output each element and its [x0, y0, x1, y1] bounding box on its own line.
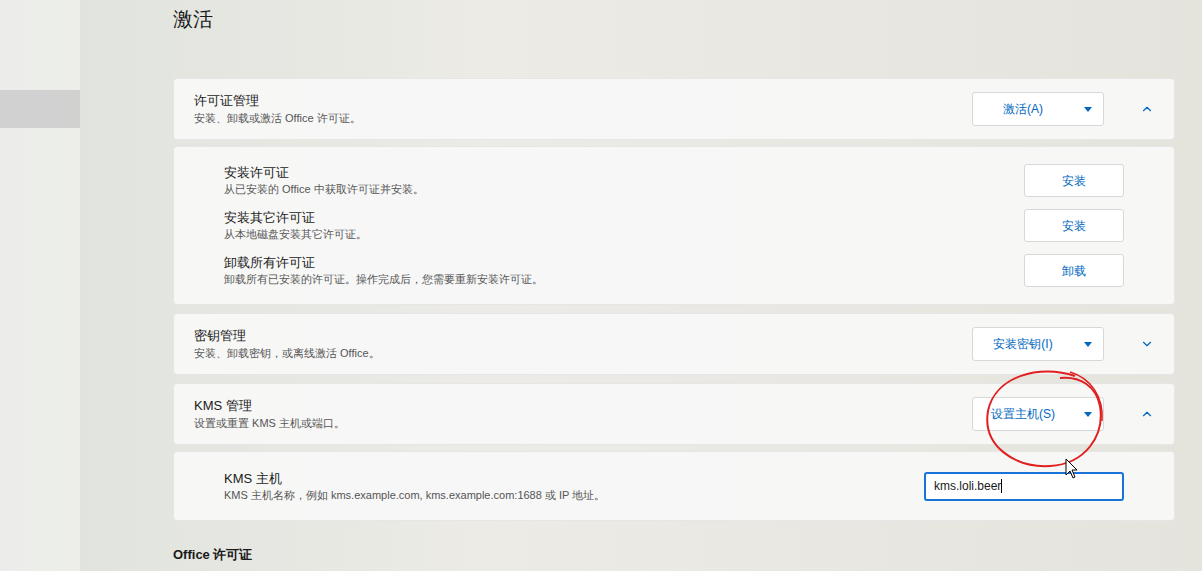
split-button-label[interactable]: 设置主机(S) — [973, 405, 1073, 423]
section-title: 密钥管理 — [194, 327, 972, 345]
section-header[interactable]: 密钥管理安装、卸载密钥，或离线激活 Office。安装密钥(I) — [173, 313, 1175, 375]
section-title: KMS 管理 — [194, 397, 972, 415]
split-button-label[interactable]: 激活(A) — [973, 100, 1073, 118]
text-caret — [1001, 479, 1002, 493]
split-button[interactable]: 设置主机(S) — [972, 397, 1104, 431]
dropdown-icon[interactable] — [1073, 342, 1103, 347]
dropdown-icon[interactable] — [1073, 412, 1103, 417]
mouse-cursor-icon — [1065, 458, 1079, 480]
section-description: 设置或重置 KMS 主机或端口。 — [194, 415, 972, 431]
section-title: 许可证管理 — [194, 92, 972, 110]
split-button[interactable]: 激活(A) — [972, 92, 1104, 126]
caret-down-icon[interactable] — [1084, 412, 1092, 417]
settings-section: 许可证管理安装、卸载或激活 Office 许可证。激活(A)安装许可证从已安装的… — [173, 78, 1175, 305]
row-button[interactable]: 卸载 — [1024, 254, 1124, 287]
expand-toggle[interactable] — [1104, 407, 1154, 421]
chevron-up-icon[interactable] — [1140, 102, 1154, 116]
row-description: 从已安装的 Office 中获取许可证并安装。 — [224, 182, 1024, 197]
section-description: 安装、卸载密钥，或离线激活 Office。 — [194, 345, 972, 361]
app-window: 激活许可证管理安装、卸载或激活 Office 许可证。激活(A)安装许可证从已安… — [0, 0, 1202, 571]
next-heading: Office 许可证 — [173, 545, 1175, 565]
chevron-down-icon[interactable] — [1140, 337, 1154, 351]
row-title: 安装其它许可证 — [224, 209, 1024, 227]
section-header[interactable]: 许可证管理安装、卸载或激活 Office 许可证。激活(A) — [173, 78, 1175, 140]
action-row: 安装许可证从已安装的 Office 中获取许可证并安装。安装 — [224, 161, 1124, 200]
dropdown-icon[interactable] — [1073, 107, 1103, 112]
section-header[interactable]: KMS 管理设置或重置 KMS 主机或端口。设置主机(S) — [173, 383, 1175, 445]
caret-down-icon[interactable] — [1084, 342, 1092, 347]
sidebar — [0, 0, 80, 571]
row-description: 从本地磁盘安装其它许可证。 — [224, 227, 1024, 242]
text-input[interactable]: kms.loli.beer — [924, 472, 1124, 501]
annotation-circle-icon — [980, 366, 1110, 474]
row-description: 卸载所有已安装的许可证。操作完成后，您需要重新安装许可证。 — [224, 272, 1024, 287]
row-title: 安装许可证 — [224, 164, 1024, 182]
expand-toggle[interactable] — [1104, 337, 1154, 351]
field-row: KMS 主机KMS 主机名称，例如 kms.example.com, kms.e… — [224, 466, 1124, 506]
action-row: 安装其它许可证从本地磁盘安装其它许可证。安装 — [224, 206, 1124, 245]
split-button-label[interactable]: 安装密钥(I) — [973, 335, 1073, 353]
field-description: KMS 主机名称，例如 kms.example.com, kms.example… — [224, 488, 924, 503]
section-body: KMS 主机KMS 主机名称，例如 kms.example.com, kms.e… — [173, 451, 1175, 521]
action-row: 卸载所有许可证卸载所有已安装的许可证。操作完成后，您需要重新安装许可证。卸载 — [224, 251, 1124, 290]
sidebar-item[interactable] — [0, 90, 80, 128]
section-body: 安装许可证从已安装的 Office 中获取许可证并安装。安装安装其它许可证从本地… — [173, 146, 1175, 305]
split-button[interactable]: 安装密钥(I) — [972, 327, 1104, 361]
row-button[interactable]: 安装 — [1024, 209, 1124, 242]
expand-toggle[interactable] — [1104, 102, 1154, 116]
chevron-up-icon[interactable] — [1140, 407, 1154, 421]
main-content: 激活许可证管理安装、卸载或激活 Office 许可证。激活(A)安装许可证从已安… — [80, 0, 1202, 571]
field-label: KMS 主机 — [224, 470, 924, 488]
settings-section: KMS 管理设置或重置 KMS 主机或端口。设置主机(S) KMS 主机KMS 主… — [173, 383, 1175, 521]
row-title: 卸载所有许可证 — [224, 254, 1024, 272]
sections-list: 许可证管理安装、卸载或激活 Office 许可证。激活(A)安装许可证从已安装的… — [173, 78, 1175, 521]
page-title: 激活 — [173, 5, 1175, 33]
row-button[interactable]: 安装 — [1024, 164, 1124, 197]
settings-section: 密钥管理安装、卸载密钥，或离线激活 Office。安装密钥(I) — [173, 313, 1175, 375]
section-description: 安装、卸载或激活 Office 许可证。 — [194, 110, 972, 126]
caret-down-icon[interactable] — [1084, 107, 1092, 112]
